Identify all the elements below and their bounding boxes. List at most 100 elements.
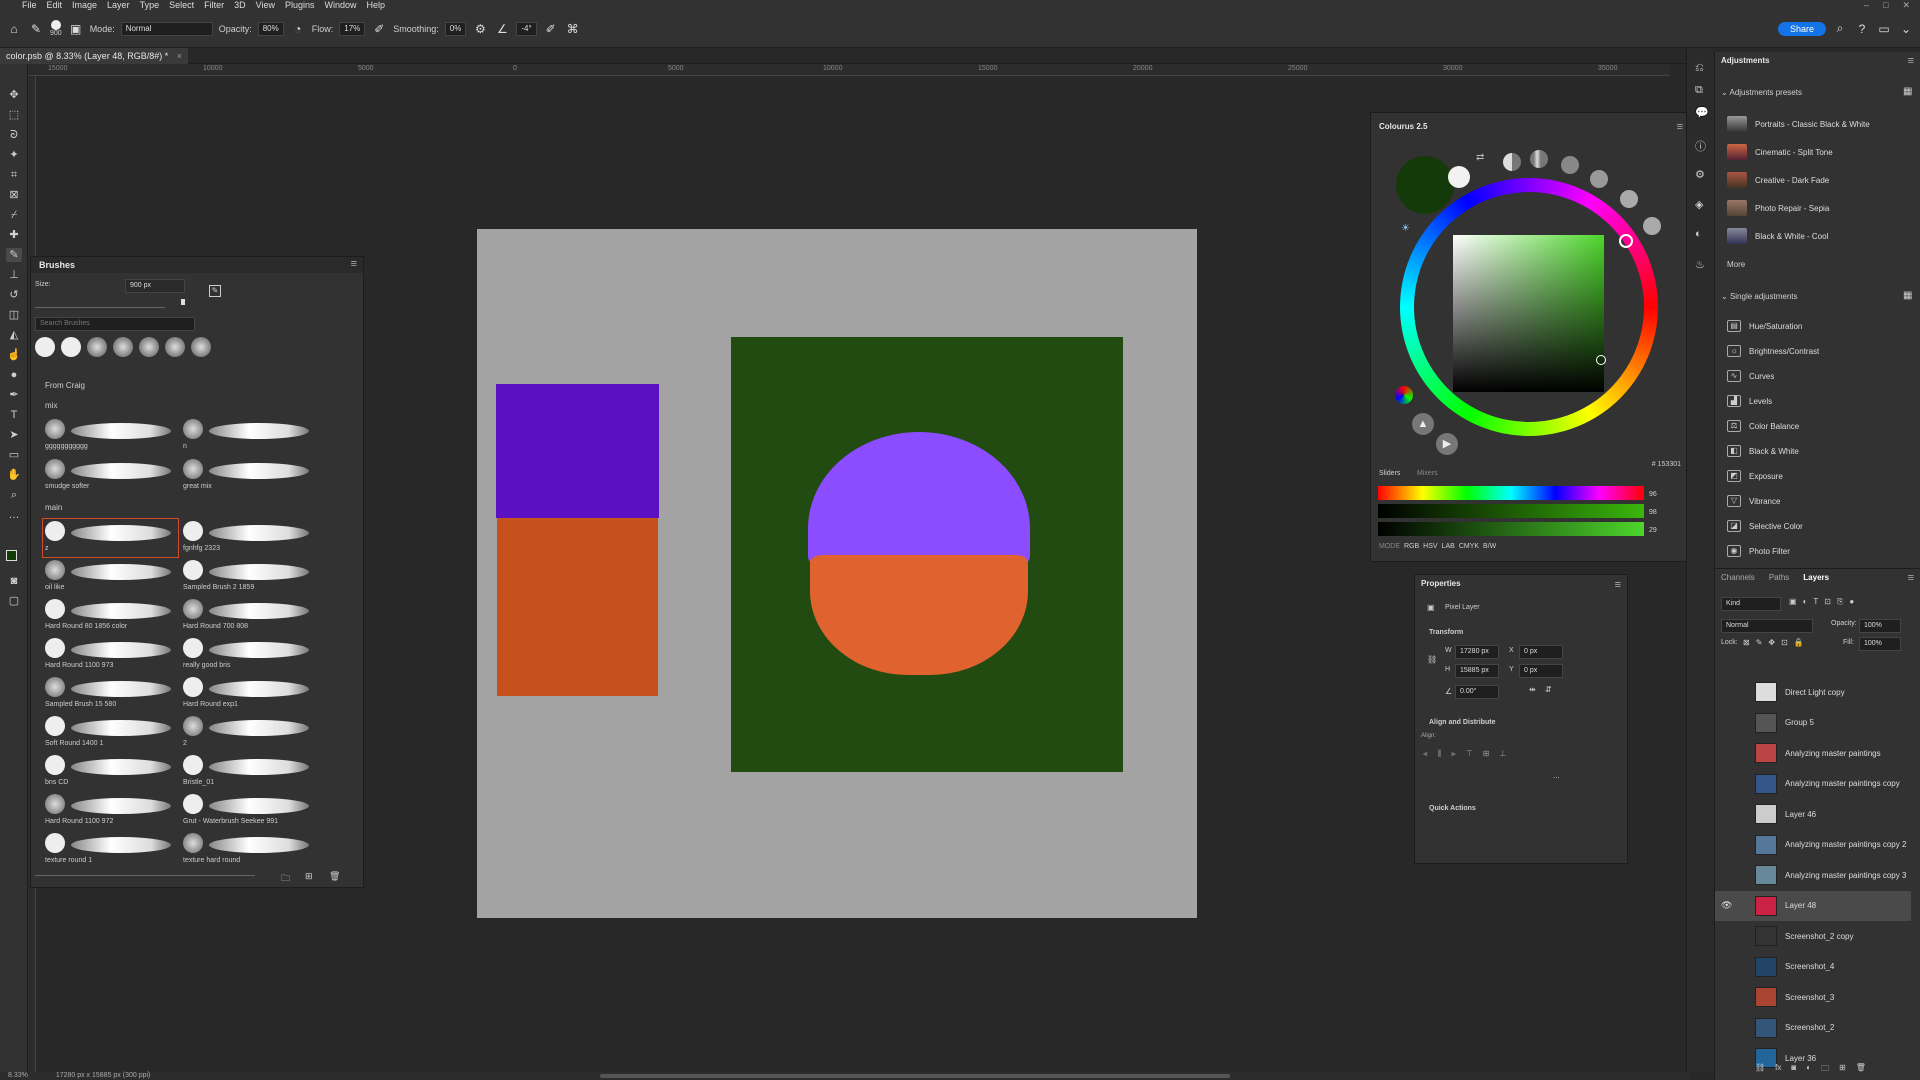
recent-brush-icon[interactable] [139, 337, 159, 357]
lock-transparent-icon[interactable]: ⊠ [1743, 638, 1750, 647]
triangle-icon[interactable]: ▲ [1412, 413, 1434, 435]
adjustment-photo-filter[interactable]: ◉ Photo Filter [1727, 545, 1790, 557]
single-adjustments-section[interactable]: ⌄ Single adjustments [1721, 292, 1798, 301]
saturation-slider[interactable] [1378, 504, 1644, 518]
link-layers-icon[interactable]: ⛓ [1755, 1063, 1765, 1077]
menu-filter[interactable]: Filter [204, 0, 224, 10]
brush-preset[interactable]: Hard Round 700 808 [181, 597, 316, 635]
lock-all-icon[interactable]: 🔒 [1794, 638, 1804, 647]
panel-menu-icon[interactable]: ≡ [1908, 572, 1914, 584]
layer-opacity-field[interactable]: 100% [1859, 619, 1901, 633]
lock-position-icon[interactable]: ✥ [1768, 638, 1775, 647]
lock-artboard-icon[interactable]: ⊡ [1781, 638, 1788, 647]
align-bottom-icon[interactable]: ⊥ [1499, 749, 1506, 759]
symmetry-icon[interactable]: ⌘ [565, 21, 581, 37]
quick-mask-icon[interactable]: ◙ [6, 574, 22, 588]
folder-icon[interactable]: 🗀 [281, 871, 290, 887]
zoom-level[interactable]: 8.33% [8, 1072, 28, 1079]
new-group-icon[interactable]: 🗀 [1821, 1063, 1829, 1077]
chevron-down-icon[interactable]: ⌄ [1898, 21, 1914, 37]
brush-settings-icon[interactable]: ▣ [68, 21, 84, 37]
close-window-icon[interactable]: ✕ [1902, 0, 1910, 10]
brush-tool-icon[interactable]: ✎ [28, 21, 44, 37]
transform-section[interactable]: Transform [1429, 629, 1463, 636]
layer-row[interactable]: Analyzing master paintings copy 2 [1715, 830, 1911, 860]
menu-select[interactable]: Select [169, 0, 194, 10]
adjustment-vibrance[interactable]: ▽ Vibrance [1727, 495, 1780, 507]
brush-preset[interactable]: Sampled Brush 2 1859 [181, 558, 316, 596]
delete-layer-icon[interactable]: 🗑 [1856, 1063, 1866, 1077]
color-icon[interactable]: ◐ [1695, 228, 1702, 240]
adjustments-title[interactable]: Adjustments [1721, 56, 1769, 65]
filter-smart-icon[interactable]: ⎘ [1837, 597, 1843, 607]
lasso-tool-icon[interactable]: ᘐ [6, 128, 22, 142]
preset-item[interactable]: Photo Repair - Sepia [1727, 200, 1829, 216]
slider-value-3[interactable]: 29 [1649, 527, 1657, 534]
mode-cmyk[interactable]: CMYK [1459, 543, 1479, 550]
align-top-icon[interactable]: ⊤ [1466, 749, 1473, 759]
brush-preset[interactable]: really good bris [181, 636, 316, 674]
history-icon[interactable]: ⎌ [1695, 62, 1704, 75]
recent-brush-icon[interactable] [35, 337, 55, 357]
panel-menu-icon[interactable]: ≡ [351, 258, 357, 270]
adjustment-exposure[interactable]: ◩ Exposure [1727, 470, 1783, 482]
brush-preset[interactable]: 2 [181, 714, 316, 752]
brush-preset[interactable]: texture hard round [181, 831, 316, 869]
horizontal-scrollbar[interactable] [600, 1074, 1230, 1078]
layer-row[interactable]: Screenshot_3 [1715, 982, 1911, 1012]
layer-row[interactable]: Group 5 [1715, 708, 1911, 738]
tab-channels[interactable]: Channels [1721, 573, 1755, 582]
dodge-icon[interactable]: ● [6, 368, 22, 382]
mode-lab[interactable]: LAB [1442, 543, 1455, 550]
brush-preset-picker[interactable]: 900 [50, 20, 62, 37]
angle-field[interactable]: -4° [516, 21, 537, 36]
type-tool-icon[interactable]: T [6, 408, 22, 422]
brightness-slider[interactable] [1378, 522, 1644, 536]
mode-rgb[interactable]: RGB [1404, 543, 1419, 550]
brush-preset[interactable]: smudge softer [43, 457, 178, 495]
adjustment-layer-icon[interactable]: ◐ [1806, 1063, 1811, 1077]
hue-slider[interactable] [1378, 486, 1644, 500]
smoothing-field[interactable]: 0% [444, 21, 467, 36]
slider-value-1[interactable]: 96 [1649, 491, 1657, 498]
menu-edit[interactable]: Edit [47, 0, 63, 10]
y-field[interactable]: 0 px [1519, 664, 1563, 678]
zoom-tool-icon[interactable]: ⌕ [6, 488, 22, 502]
harmony-icon[interactable] [1561, 156, 1579, 174]
panel-menu-icon[interactable]: ≡ [1908, 55, 1914, 67]
saturation-brightness-square[interactable] [1453, 235, 1604, 392]
brush-group-mix[interactable]: mix [45, 401, 57, 410]
brush-settings-icon[interactable]: ✎ [209, 285, 221, 297]
pen-tool-icon[interactable]: ✒ [6, 388, 22, 402]
adjustment-selective-color[interactable]: ◪ Selective Color [1727, 520, 1803, 532]
visibility-eye-icon[interactable]: 👁 [1721, 900, 1735, 911]
mixers-tab[interactable]: Mixers [1417, 470, 1438, 477]
more-tools-icon[interactable]: … [6, 508, 22, 522]
harmony-icon[interactable] [1530, 150, 1548, 168]
more-presets-link[interactable]: More [1727, 260, 1745, 269]
crop-tool-icon[interactable]: ⌗ [6, 168, 22, 182]
brush-size-slider-handle[interactable] [181, 299, 185, 305]
adjustment-black-white[interactable]: ◧ Black & White [1727, 445, 1799, 457]
background-swatch[interactable] [1448, 166, 1470, 188]
brush-group-from-craig[interactable]: From Craig [45, 381, 85, 390]
recent-brush-icon[interactable] [87, 337, 107, 357]
filter-type-icon[interactable]: T [1813, 597, 1818, 607]
eraser-icon[interactable]: ◫ [6, 308, 22, 322]
mask-icon[interactable]: ◙ [1791, 1063, 1796, 1077]
height-field[interactable]: 15885 px [1455, 664, 1499, 678]
new-layer-icon[interactable]: ⊞ [1839, 1063, 1846, 1077]
thumbnail-size-slider[interactable] [35, 875, 255, 876]
menu-image[interactable]: Image [72, 0, 97, 10]
flip-horizontal-icon[interactable]: ⇹ [1529, 685, 1536, 694]
share-button[interactable]: Share [1777, 21, 1826, 36]
search-icon[interactable]: ⌕ [1832, 21, 1848, 37]
harmony-icon[interactable] [1643, 217, 1661, 235]
recent-brush-icon[interactable] [165, 337, 185, 357]
preset-item[interactable]: Portraits - Classic Black & White [1727, 116, 1870, 132]
preset-item[interactable]: Creative - Dark Fade [1727, 172, 1829, 188]
document-tab[interactable]: color.psb @ 8.33% (Layer 48, RGB/8#) * × [0, 48, 188, 64]
brush-preset[interactable]: Hard Round 1100 972 [43, 792, 178, 830]
menu-3d[interactable]: 3D [234, 0, 246, 10]
brush-preset[interactable]: fgnhfg 2323 [181, 519, 316, 557]
